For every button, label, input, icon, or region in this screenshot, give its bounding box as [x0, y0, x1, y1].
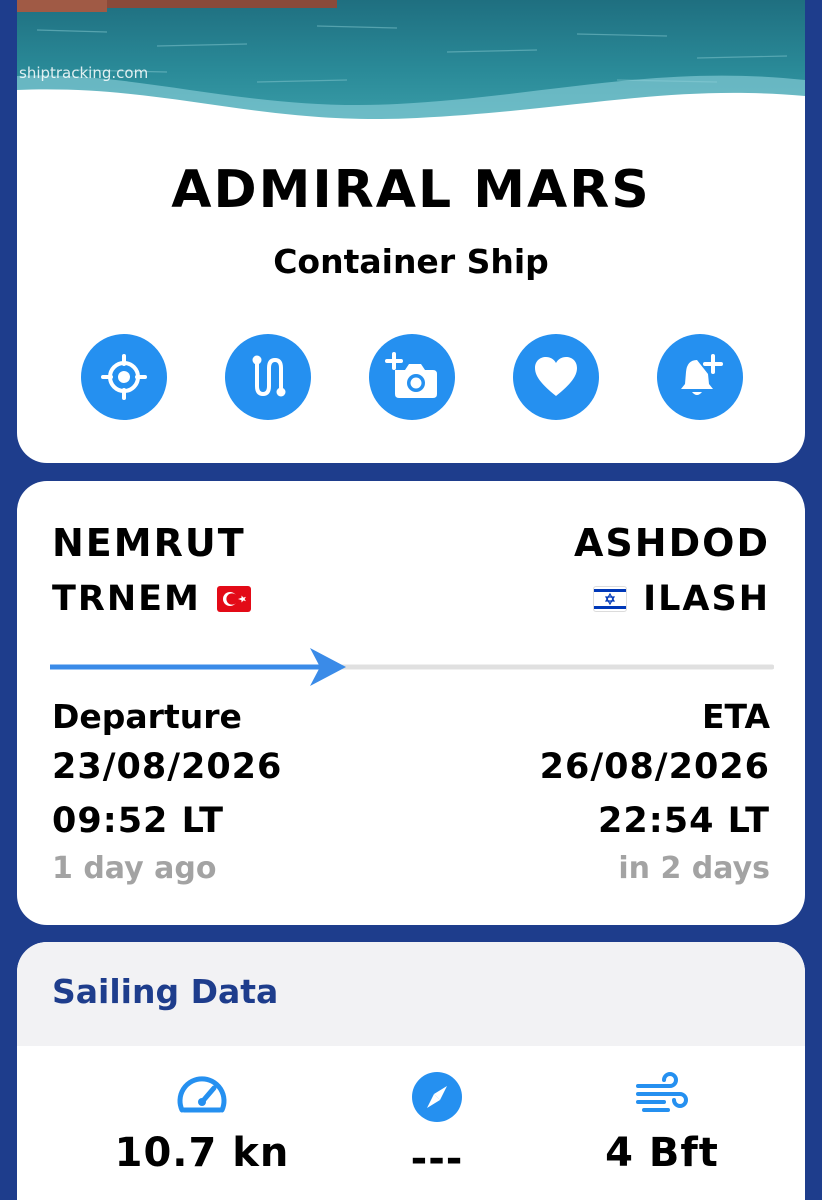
destination-port-code: ILASH [643, 579, 770, 619]
photo-watermark: shiptracking.com [19, 64, 149, 82]
course-value: --- [410, 1136, 464, 1182]
action-bar [17, 334, 805, 420]
destination-port-code-row: ILASH [593, 579, 770, 619]
eta-label: ETA [701, 697, 770, 736]
route-card: NEMRUT ASHDOD TRNEM ILASH Departure ETA [17, 481, 805, 925]
sailing-data-card: Sailing Data 10.7 kn --- 4 Bft [17, 942, 805, 1200]
ship-name: ADMIRAL MARS [171, 160, 651, 220]
departure-time: 09:52 LT [52, 801, 224, 841]
departure-label: Departure [52, 697, 242, 736]
bell-plus-icon [681, 354, 723, 395]
eta-relative: in 2 days [618, 851, 770, 886]
eta-time: 22:54 LT [598, 801, 770, 841]
wind-stat: 4 Bft [562, 1072, 762, 1176]
departure-date: 23/08/2026 [52, 747, 283, 787]
add-alert-button[interactable] [657, 334, 743, 420]
course-stat: --- [337, 1072, 537, 1182]
origin-port-name[interactable]: NEMRUT [52, 521, 246, 565]
speedometer-icon [177, 1076, 227, 1113]
wind-icon [636, 1072, 688, 1112]
departure-relative: 1 day ago [52, 851, 217, 886]
compass-icon [412, 1072, 462, 1122]
sailing-data-header: Sailing Data [17, 942, 805, 1046]
destination-port-name[interactable]: ASHDOD [574, 521, 770, 565]
sailing-data-title: Sailing Data [52, 972, 279, 1011]
origin-port-code: TRNEM [52, 579, 201, 619]
speed-stat: 10.7 kn [102, 1072, 302, 1176]
ship-card: shiptracking.com ADMIRAL MARS Container … [17, 0, 805, 463]
target-icon [101, 354, 147, 400]
speed-value: 10.7 kn [114, 1130, 290, 1176]
favorite-button[interactable] [513, 334, 599, 420]
ship-photo[interactable]: shiptracking.com [17, 0, 805, 140]
ship-type: Container Ship [273, 242, 549, 281]
heart-icon [535, 357, 577, 396]
turkey-flag-icon [216, 586, 251, 612]
eta-date: 26/08/2026 [539, 747, 770, 787]
add-photo-button[interactable] [369, 334, 455, 420]
origin-port-code-row: TRNEM [52, 579, 251, 619]
voyage-progress-bar [50, 648, 774, 686]
route-button[interactable] [225, 334, 311, 420]
add-photo-icon [385, 352, 437, 398]
locate-button[interactable] [81, 334, 167, 420]
israel-flag-icon [593, 586, 628, 612]
wind-value: 4 Bft [605, 1130, 719, 1176]
route-icon [252, 355, 286, 397]
